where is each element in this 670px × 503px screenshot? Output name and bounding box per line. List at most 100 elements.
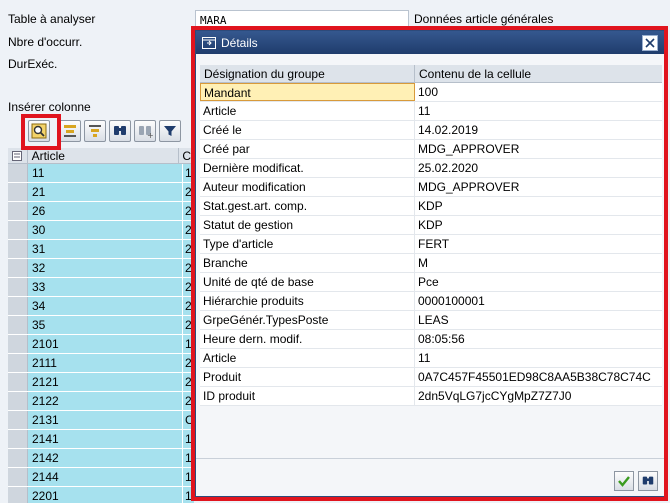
detail-row[interactable]: Branche M <box>200 254 662 273</box>
article-cell[interactable]: 2201 <box>28 487 183 503</box>
table-row[interactable]: 2201 1 <box>8 487 194 503</box>
row-selector[interactable] <box>8 164 28 182</box>
table-row[interactable]: 33 2 <box>8 278 194 297</box>
table-row[interactable]: 2141 1 <box>8 430 194 449</box>
row-selector[interactable] <box>8 278 28 296</box>
second-cell[interactable]: 1 <box>183 430 194 448</box>
detail-field-value[interactable]: 11 <box>415 349 662 367</box>
row-selector[interactable] <box>8 487 28 503</box>
article-cell[interactable]: 32 <box>28 259 183 277</box>
table-row[interactable]: 2122 2 <box>8 392 194 411</box>
detail-row[interactable]: Article 11 <box>200 102 662 121</box>
detail-row[interactable]: Dernière modificat. 25.02.2020 <box>200 159 662 178</box>
article-cell[interactable]: 34 <box>28 297 183 315</box>
article-cell[interactable]: 2111 <box>28 354 183 372</box>
article-cell[interactable]: 2131 <box>28 411 183 429</box>
detail-field-value[interactable]: 0000100001 <box>415 292 662 310</box>
detail-field-value[interactable]: 0A7C457F45501ED98C8AA5B38C78C74C <box>415 368 662 386</box>
table-row[interactable]: 35 2 <box>8 316 194 335</box>
detail-field-value[interactable]: KDP <box>415 197 662 215</box>
detail-row[interactable]: Type d'article FERT <box>200 235 662 254</box>
detail-field-value[interactable]: Pce <box>415 273 662 291</box>
second-cell[interactable]: 2 <box>183 202 194 220</box>
confirm-button[interactable] <box>614 471 634 491</box>
table-row[interactable]: 30 2 <box>8 221 194 240</box>
select-all-icon[interactable] <box>8 148 28 163</box>
detail-field-value[interactable]: 08:05:56 <box>415 330 662 348</box>
article-cell[interactable]: 30 <box>28 221 183 239</box>
detail-row[interactable]: Créé par MDG_APPROVER <box>200 140 662 159</box>
dialog-titlebar[interactable]: Détails <box>196 31 664 54</box>
row-selector[interactable] <box>8 449 28 467</box>
column-second[interactable]: C <box>179 148 194 163</box>
article-cell[interactable]: 2121 <box>28 373 183 391</box>
column-article[interactable]: Article <box>28 148 180 163</box>
detail-row[interactable]: Créé le 14.02.2019 <box>200 121 662 140</box>
second-cell[interactable]: 2 <box>183 373 194 391</box>
table-row[interactable]: 21 2 <box>8 183 194 202</box>
article-cell[interactable]: 21 <box>28 183 183 201</box>
close-button[interactable] <box>642 34 658 51</box>
detail-row[interactable]: ID produit 2dn5VqLG7jcCYgMpZ7Z7J0 <box>200 387 662 406</box>
table-row[interactable]: 2121 2 <box>8 373 194 392</box>
detail-row[interactable]: Produit 0A7C457F45501ED98C8AA5B38C78C74C <box>200 368 662 387</box>
detail-field-value[interactable]: 14.02.2019 <box>415 121 662 139</box>
detail-row[interactable]: Auteur modification MDG_APPROVER <box>200 178 662 197</box>
row-selector[interactable] <box>8 373 28 391</box>
column-group-name[interactable]: Désignation du groupe <box>200 65 415 82</box>
row-selector[interactable] <box>8 411 28 429</box>
second-cell[interactable]: 1 <box>183 164 194 182</box>
table-input[interactable]: MARA <box>195 10 409 29</box>
second-cell[interactable]: 1 <box>183 449 194 467</box>
row-selector[interactable] <box>8 183 28 201</box>
article-cell[interactable]: 2122 <box>28 392 183 410</box>
detail-field-value[interactable]: LEAS <box>415 311 662 329</box>
row-selector[interactable] <box>8 354 28 372</box>
row-selector[interactable] <box>8 202 28 220</box>
table-row[interactable]: 2131 C <box>8 411 194 430</box>
detail-row[interactable]: Heure dern. modif. 08:05:56 <box>200 330 662 349</box>
table-row[interactable]: 2111 2 <box>8 354 194 373</box>
second-cell[interactable]: 1 <box>183 487 194 503</box>
table-row[interactable]: 34 2 <box>8 297 194 316</box>
detail-field-value[interactable]: 2dn5VqLG7jcCYgMpZ7Z7J0 <box>415 387 662 405</box>
find-next-button[interactable]: + <box>134 120 156 142</box>
detail-row[interactable]: Unité de qté de base Pce <box>200 273 662 292</box>
detail-field-value[interactable]: FERT <box>415 235 662 253</box>
table-row[interactable]: 2101 1 <box>8 335 194 354</box>
dialog-find-button[interactable] <box>638 471 658 491</box>
article-cell[interactable]: 31 <box>28 240 183 258</box>
detail-row[interactable]: Stat.gest.art. comp. KDP <box>200 197 662 216</box>
second-cell[interactable]: 2 <box>183 392 194 410</box>
article-cell[interactable]: 35 <box>28 316 183 334</box>
article-cell[interactable]: 26 <box>28 202 183 220</box>
second-cell[interactable]: C <box>183 411 194 429</box>
table-row[interactable]: 26 2 <box>8 202 194 221</box>
detail-row[interactable]: Hiérarchie produits 0000100001 <box>200 292 662 311</box>
article-cell[interactable]: 11 <box>28 164 183 182</box>
row-selector[interactable] <box>8 259 28 277</box>
table-row[interactable]: 2142 1 <box>8 449 194 468</box>
article-cell[interactable]: 2141 <box>28 430 183 448</box>
detail-field-value[interactable]: M <box>415 254 662 272</box>
detail-row[interactable]: Mandant 100 <box>200 83 662 102</box>
second-cell[interactable]: 2 <box>183 259 194 277</box>
sort-ascending-button[interactable] <box>59 120 81 142</box>
detail-row[interactable]: GrpeGénér.TypesPoste LEAS <box>200 311 662 330</box>
detail-row[interactable]: Statut de gestion KDP <box>200 216 662 235</box>
article-cell[interactable]: 2144 <box>28 468 183 486</box>
article-cell[interactable]: 33 <box>28 278 183 296</box>
table-row[interactable]: 2144 1 <box>8 468 194 487</box>
second-cell[interactable]: 2 <box>183 297 194 315</box>
detail-field-value[interactable]: 100 <box>415 83 662 101</box>
second-cell[interactable]: 2 <box>183 316 194 334</box>
second-cell[interactable]: 2 <box>183 183 194 201</box>
sort-descending-button[interactable] <box>84 120 106 142</box>
table-row[interactable]: 32 2 <box>8 259 194 278</box>
row-selector[interactable] <box>8 316 28 334</box>
table-row[interactable]: 31 2 <box>8 240 194 259</box>
detail-field-value[interactable]: KDP <box>415 216 662 234</box>
detail-field-value[interactable]: MDG_APPROVER <box>415 140 662 158</box>
row-selector[interactable] <box>8 430 28 448</box>
detail-field-value[interactable]: 11 <box>415 102 662 120</box>
